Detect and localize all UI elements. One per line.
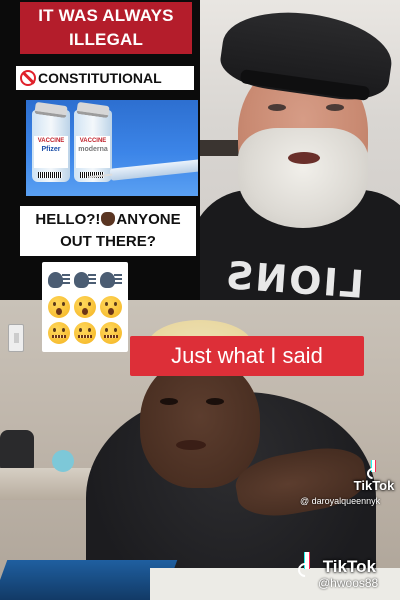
vial1-brand: Pfizer bbox=[41, 146, 61, 153]
hello-anyone-text: HELLO?! ANYONE OUT THERE? bbox=[20, 206, 196, 256]
man-mouth bbox=[288, 152, 320, 164]
background-toy bbox=[52, 450, 74, 472]
speaking-head-icon bbox=[48, 270, 70, 292]
zipper-mouth-face-icon bbox=[48, 322, 70, 344]
anyone-text: ANYONE bbox=[116, 211, 181, 228]
vaccine-vials-image: VACCINE Pfizer VACCINE moderna bbox=[26, 100, 198, 196]
speaking-head-icon bbox=[74, 270, 96, 292]
open-mouth-face-icon bbox=[100, 296, 122, 318]
emoji-reaction-grid bbox=[42, 262, 128, 352]
tiktok-brand-text: TikTok bbox=[322, 557, 376, 576]
woman-mouth bbox=[176, 440, 206, 450]
out-there-text: OUT THERE? bbox=[60, 233, 156, 250]
woman-face bbox=[140, 358, 260, 488]
woman-eye-right bbox=[206, 398, 224, 405]
vial1-label: VACCINE bbox=[37, 138, 65, 144]
meme-text-panel: IT WAS ALWAYS ILLEGAL CONSTITUTIONAL VAC… bbox=[0, 0, 200, 300]
tiktok-username-secondary: @hwoos88 bbox=[318, 576, 379, 590]
tiktok-watermark-secondary: TikTok bbox=[298, 552, 376, 577]
tiktok-watermark-primary: TikTok bbox=[348, 460, 400, 493]
bearded-man-video: LIONS bbox=[200, 0, 400, 300]
raised-hand-icon bbox=[101, 212, 116, 226]
hello-text: HELLO?! bbox=[35, 211, 101, 228]
man-eye-left bbox=[268, 104, 286, 111]
zipper-mouth-face-icon bbox=[74, 322, 96, 344]
tiktok-logo-icon bbox=[298, 552, 318, 574]
meme-title: IT WAS ALWAYS ILLEGAL bbox=[20, 2, 192, 54]
prohibited-icon bbox=[20, 70, 36, 86]
unconstitutional-label: CONSTITUTIONAL bbox=[16, 66, 194, 90]
open-mouth-face-icon bbox=[48, 296, 70, 318]
woman-eye-left bbox=[160, 398, 178, 405]
vial2-brand: moderna bbox=[78, 146, 108, 153]
tiktok-brand-text: TikTok bbox=[353, 478, 395, 493]
meme-title-line1: IT WAS ALWAYS bbox=[38, 6, 174, 25]
tiktok-username-primary: @ daroyalqueennyk bbox=[300, 496, 381, 506]
moderna-vial: VACCINE moderna bbox=[74, 101, 112, 182]
man-eye-right bbox=[326, 104, 344, 111]
vial2-label: VACCINE bbox=[79, 138, 107, 144]
meme-title-line2: ILLEGAL bbox=[68, 30, 144, 49]
speaking-head-icon bbox=[100, 270, 122, 292]
light-switch bbox=[8, 324, 24, 352]
syringe-icon bbox=[109, 159, 198, 181]
tiktok-logo-icon bbox=[367, 460, 381, 476]
caption-text: Just what I said bbox=[130, 336, 364, 376]
constitutional-text: CONSTITUTIONAL bbox=[38, 70, 162, 86]
open-mouth-face-icon bbox=[74, 296, 96, 318]
zipper-mouth-face-icon bbox=[100, 322, 122, 344]
pfizer-vial: VACCINE Pfizer bbox=[32, 101, 70, 182]
white-beard bbox=[238, 128, 368, 228]
